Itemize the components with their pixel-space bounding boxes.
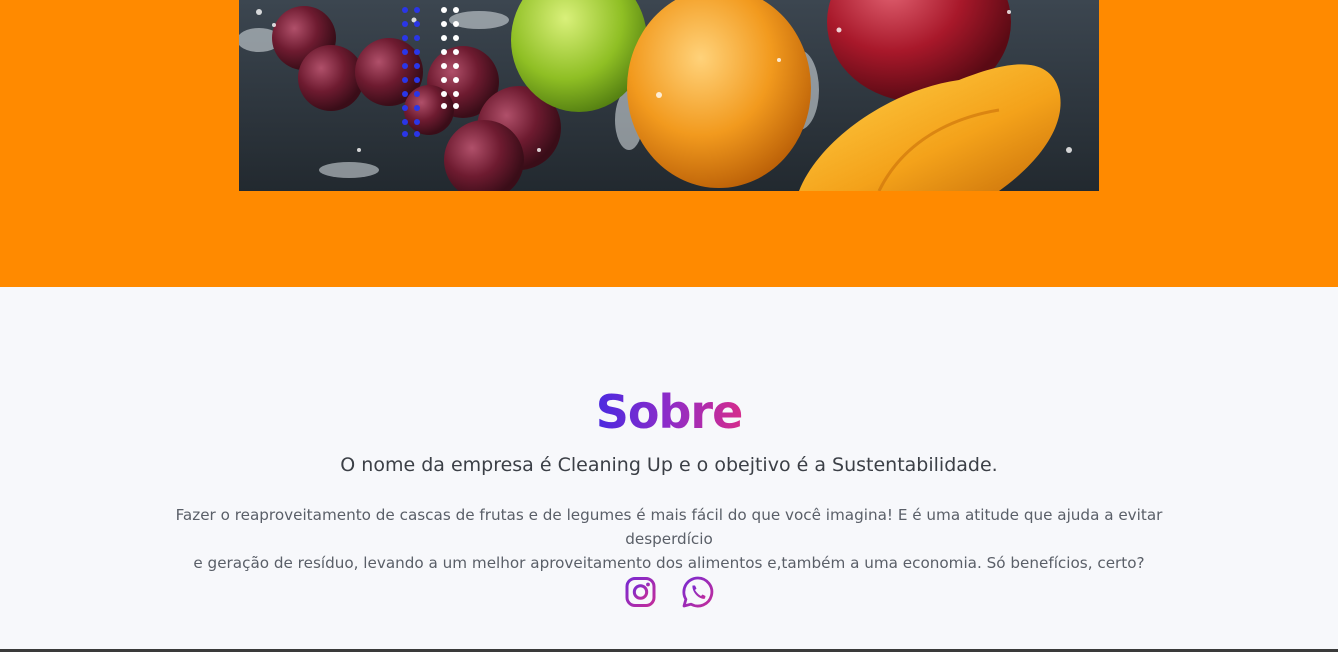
instagram-icon [625,577,656,607]
whatsapp-link[interactable] [681,575,714,609]
whatsapp-icon [682,576,714,608]
about-paragraph-line-1: Fazer o reaproveitamento de cascas de fr… [175,506,1163,548]
social-links [624,575,714,611]
about-paragraph-line-2: e geração de resíduo, levando a um melho… [193,554,1145,572]
about-subtitle: O nome da empresa é Cleaning Up e o obej… [340,454,998,476]
fruit-splash-image [239,0,1099,191]
instagram-link[interactable] [624,575,657,609]
about-title: Sobre [595,385,744,439]
about-paragraph: Fazer o reaproveitamento de cascas de fr… [140,503,1198,575]
decorative-dots-white [441,7,459,109]
about-section: Sobre O nome da empresa é Cleaning Up e … [0,287,1338,652]
hero-section [0,0,1338,287]
decorative-dots-blue [402,7,420,137]
